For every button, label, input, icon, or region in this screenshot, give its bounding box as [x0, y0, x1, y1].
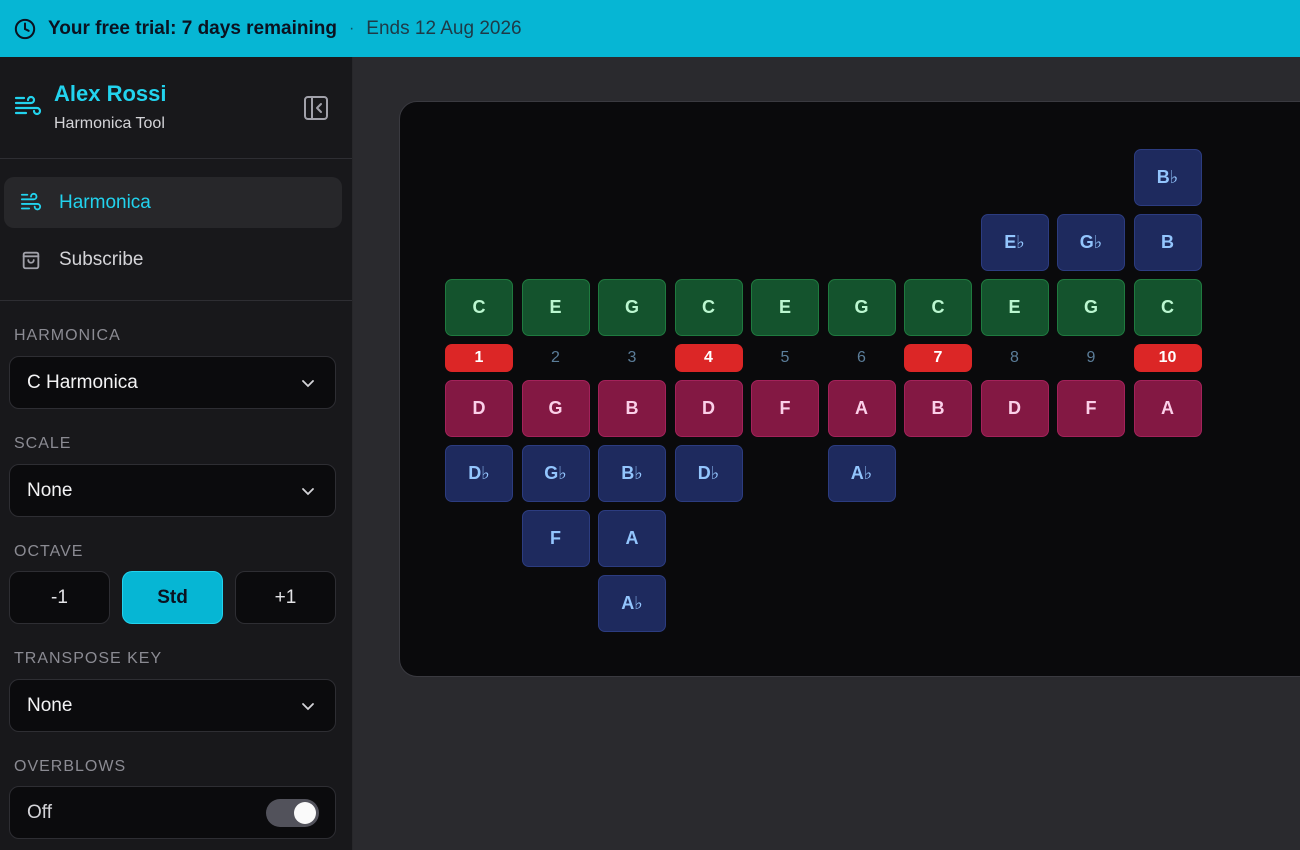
- overblows-value: Off: [27, 801, 52, 823]
- draw-bend-cell[interactable]: A♭: [598, 575, 666, 632]
- draw-bend-cell[interactable]: G♭: [521, 445, 590, 502]
- hole-number-6: 6: [857, 349, 866, 366]
- draw-note-cell[interactable]: B: [904, 380, 972, 437]
- blow-note-cell[interactable]: C: [674, 279, 743, 336]
- blow-bend-cell[interactable]: E♭: [980, 214, 1049, 271]
- draw-note-cell[interactable]: A: [1133, 380, 1202, 437]
- transpose-select-value: None: [27, 694, 73, 716]
- clock-icon: [14, 18, 36, 39]
- hole-number-7: 7: [904, 344, 972, 372]
- wind-icon: [20, 192, 42, 210]
- sidebar-item-harmonica[interactable]: Harmonica: [4, 177, 342, 228]
- blow-bend-cell[interactable]: B: [1133, 214, 1202, 271]
- blow-note-cell[interactable]: E: [980, 279, 1049, 336]
- sidebar-item-label: Subscribe: [59, 248, 144, 270]
- banner-separator: ·: [348, 19, 355, 37]
- chevron-down-icon: [302, 488, 314, 496]
- scale-select-value: None: [27, 479, 73, 501]
- overblows-label: OVERBLOWS: [14, 758, 127, 775]
- draw-note-cell[interactable]: D: [674, 380, 743, 437]
- transpose-select[interactable]: None: [9, 679, 336, 732]
- trial-banner: Your free trial: 7 days remaining · Ends…: [0, 0, 1300, 57]
- draw-note-cell[interactable]: F: [751, 380, 819, 437]
- octave-plus-button[interactable]: +1: [235, 571, 336, 624]
- collapse-sidebar-icon[interactable]: [302, 94, 330, 122]
- harmonica-select-value: C Harmonica: [27, 371, 138, 393]
- octave-label: OCTAVE: [14, 543, 84, 560]
- chevron-down-icon: [302, 703, 314, 711]
- draw-note-cell[interactable]: G: [521, 380, 590, 437]
- draw-note-cell[interactable]: D: [445, 380, 513, 437]
- sidebar-item-subscribe[interactable]: Subscribe: [4, 234, 342, 285]
- app-subtitle: Harmonica Tool: [54, 115, 165, 132]
- octave-minus-button[interactable]: -1: [9, 571, 110, 624]
- draw-note-cell[interactable]: B: [598, 380, 666, 437]
- transpose-label: TRANSPOSE KEY: [14, 650, 163, 667]
- blow-bend-cell[interactable]: B♭: [1133, 149, 1202, 206]
- hole-number-2: 2: [551, 349, 560, 366]
- draw-note-cell[interactable]: D: [980, 380, 1049, 437]
- draw-bend-cell[interactable]: D♭: [674, 445, 743, 502]
- scale-select[interactable]: None: [9, 464, 336, 517]
- octave-std-button[interactable]: Std: [122, 571, 223, 624]
- draw-note-cell[interactable]: A: [827, 380, 896, 437]
- shopping-bag-icon: [22, 251, 40, 269]
- sidebar-item-label: Harmonica: [59, 191, 151, 213]
- trial-title: Your free trial: 7 days remaining: [48, 17, 337, 39]
- hole-number-3: 3: [627, 349, 637, 366]
- trial-end-date: Ends 12 Aug 2026: [366, 17, 522, 39]
- blow-note-cell[interactable]: G: [598, 279, 666, 336]
- blow-note-cell[interactable]: G: [827, 279, 896, 336]
- overblows-row: Off: [9, 786, 336, 839]
- sidebar: Alex Rossi Harmonica Tool Harmonica Subs…: [0, 57, 353, 850]
- draw-bend-cell[interactable]: B♭: [598, 445, 666, 502]
- toggle-knob: [294, 802, 316, 824]
- harmonica-chart-panel: C 1 D E 2 G G 3 B C 4 D E 5 F G 6 A C 7 B E 8 D G 9 F C 10 A E♭ G♭ B B♭ D♭…: [399, 101, 1300, 677]
- draw-bend-cell[interactable]: F: [521, 510, 590, 567]
- blow-note-cell[interactable]: E: [521, 279, 590, 336]
- hole-number-10: 10: [1133, 344, 1202, 372]
- draw-bend-cell[interactable]: A♭: [827, 445, 896, 502]
- hole-number-1: 1: [445, 344, 513, 372]
- overblows-toggle[interactable]: [266, 799, 319, 827]
- blow-note-cell[interactable]: E: [751, 279, 819, 336]
- sidebar-header: Alex Rossi Harmonica Tool: [0, 57, 352, 159]
- blow-bend-cell[interactable]: G♭: [1057, 214, 1125, 271]
- harmonica-label: HARMONICA: [14, 327, 121, 344]
- blow-note-cell[interactable]: C: [445, 279, 513, 336]
- blow-note-cell[interactable]: C: [904, 279, 972, 336]
- wind-icon: [14, 95, 42, 116]
- draw-bend-cell[interactable]: D♭: [445, 445, 513, 502]
- hole-number-4: 4: [674, 344, 743, 372]
- draw-note-cell[interactable]: F: [1057, 380, 1125, 437]
- harmonica-select[interactable]: C Harmonica: [9, 356, 336, 409]
- hole-number-5: 5: [780, 349, 790, 366]
- hole-number-9: 9: [1086, 349, 1096, 366]
- draw-bend-cell[interactable]: A: [598, 510, 666, 567]
- scale-label: SCALE: [14, 435, 72, 452]
- chevron-down-icon: [302, 380, 314, 388]
- hole-number-8: 8: [1010, 349, 1019, 366]
- user-name: Alex Rossi: [54, 81, 167, 106]
- sidebar-nav: Harmonica Subscribe: [0, 159, 352, 301]
- blow-note-cell[interactable]: C: [1133, 279, 1202, 336]
- blow-note-cell[interactable]: G: [1057, 279, 1125, 336]
